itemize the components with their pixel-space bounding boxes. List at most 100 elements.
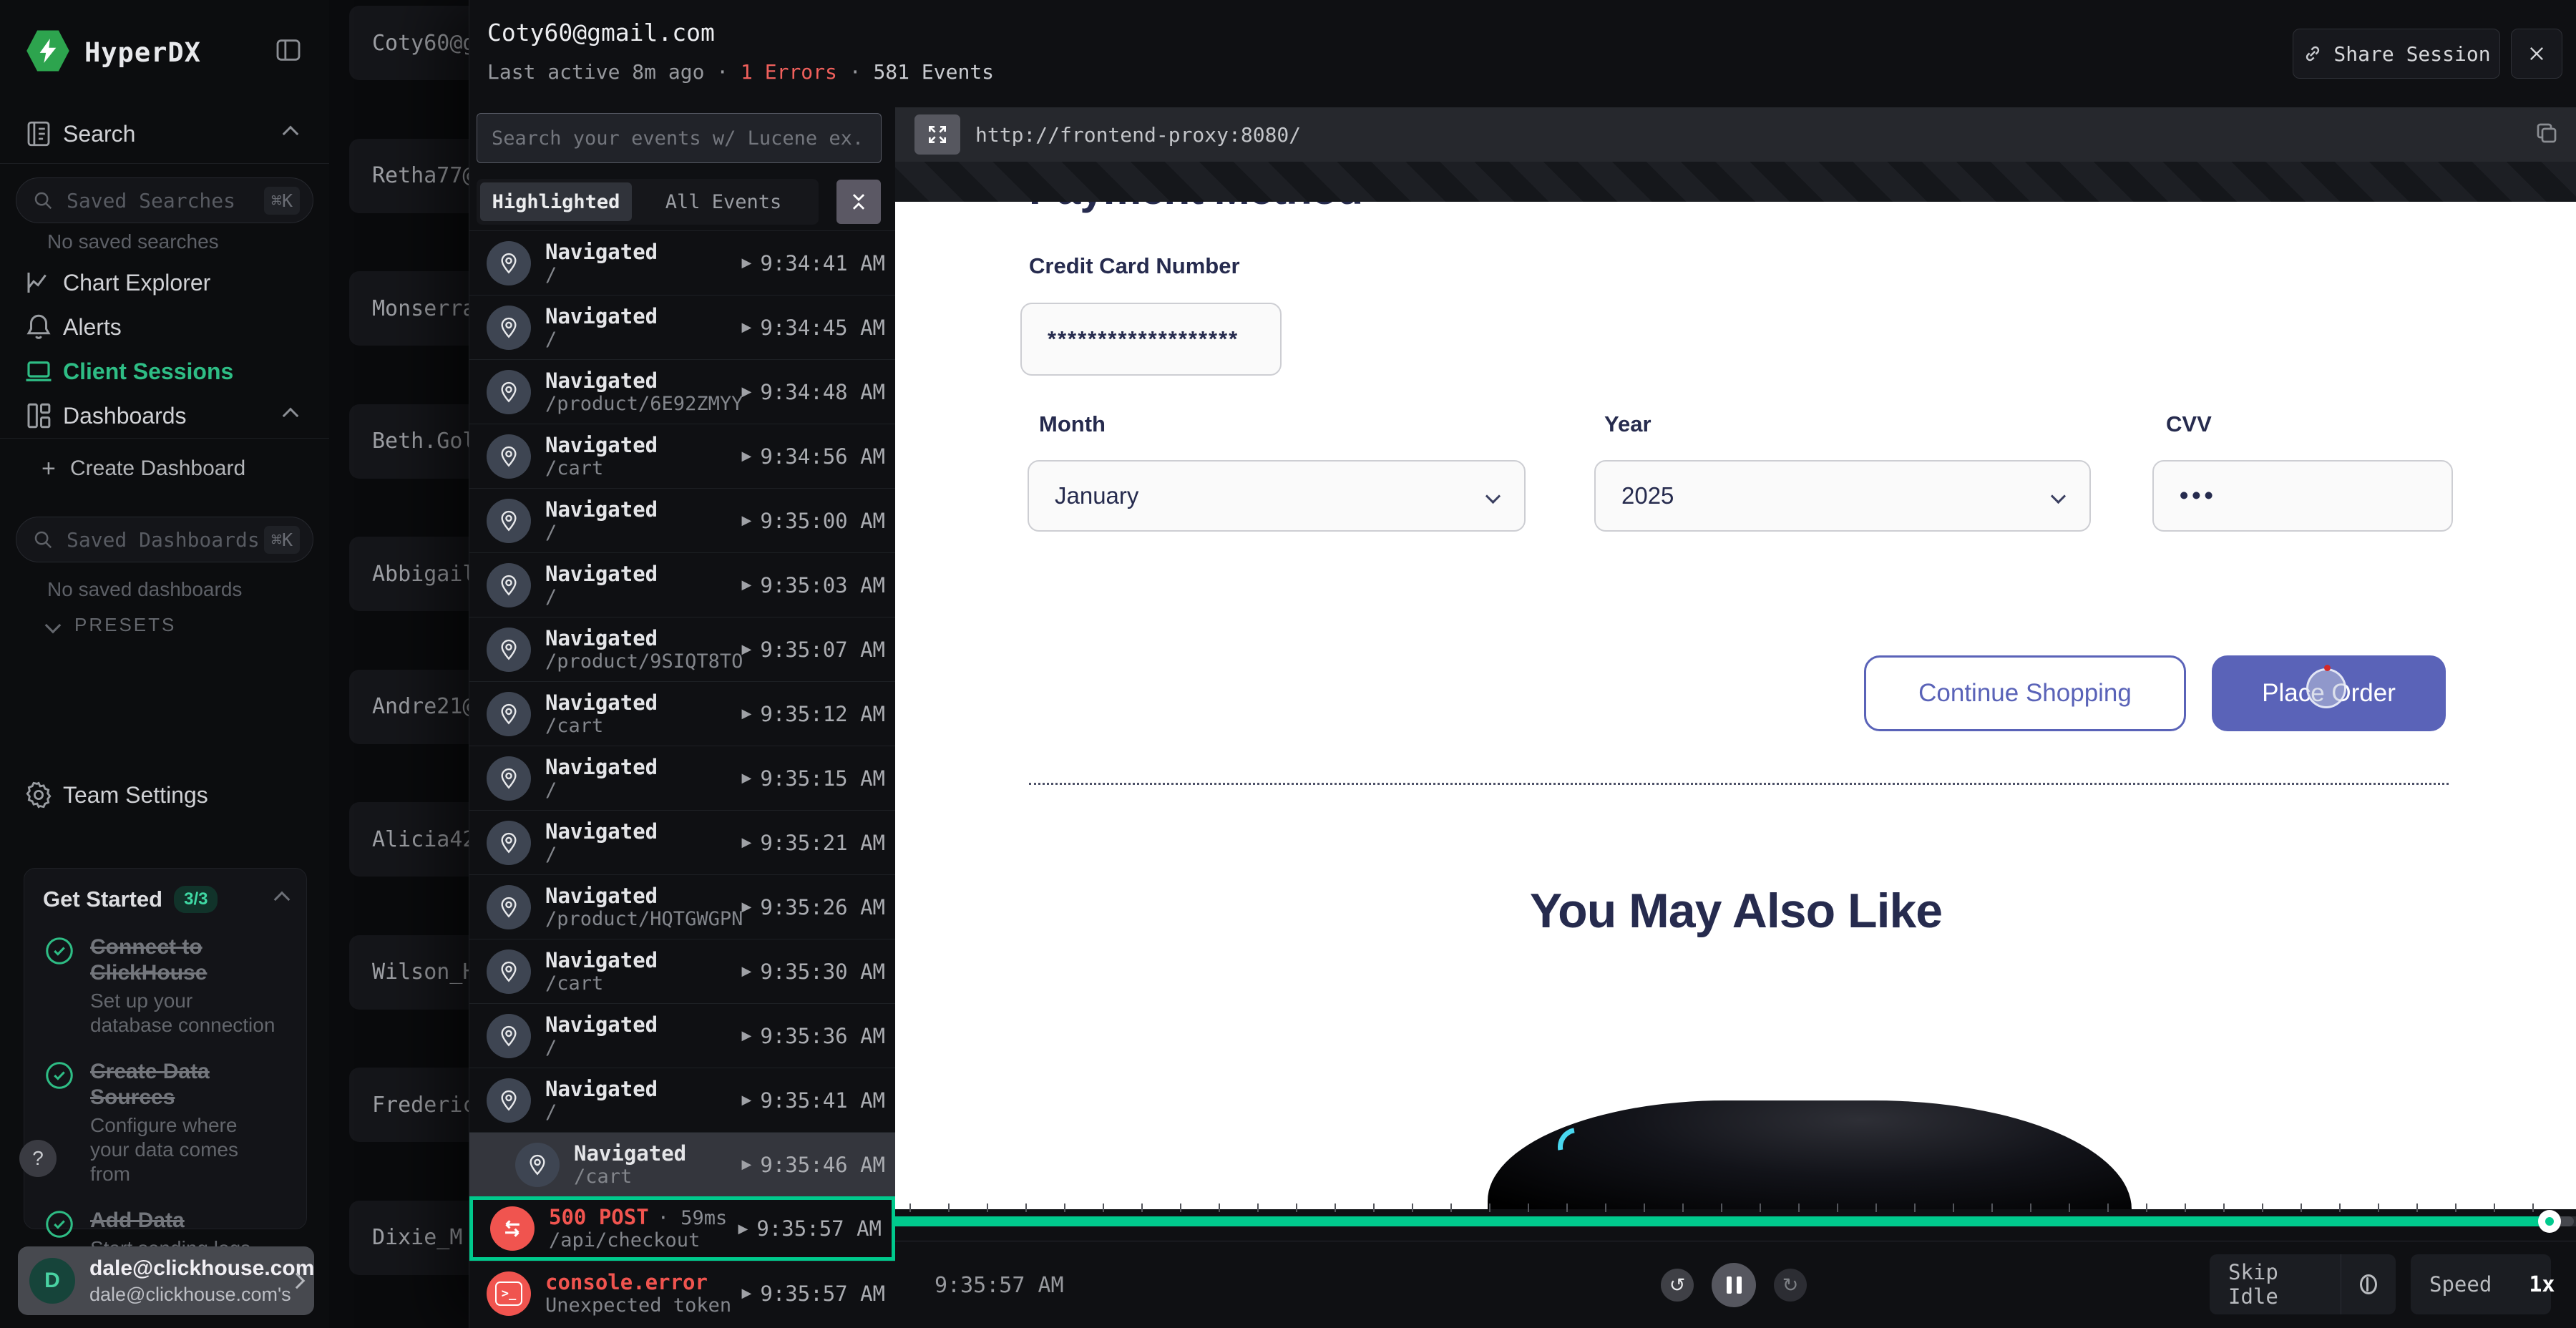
play-from-here-icon[interactable]: ▶	[742, 1157, 752, 1172]
session-card[interactable]: Abbigail	[349, 537, 469, 611]
chevron-up-icon[interactable]	[274, 892, 291, 908]
event-row[interactable]: >_ Navigated / ▶ 9:35:00 AM	[469, 488, 895, 552]
saved-searches-input[interactable]: Saved Searches ⌘K	[16, 177, 313, 223]
cvv-input[interactable]: •••	[2152, 460, 2453, 532]
event-row[interactable]: >_ Navigated /cart ▶ 9:35:30 AM	[469, 939, 895, 1003]
play-from-here-icon[interactable]: ▶	[742, 706, 752, 721]
session-card[interactable]: Wilson_H	[349, 935, 469, 1010]
help-button[interactable]: ?	[19, 1140, 57, 1177]
get-started-item[interactable]: Create Data Sources Configure where your…	[43, 1059, 288, 1186]
sidebar-item-client-sessions[interactable]: Client Sessions	[0, 351, 329, 392]
get-started-item[interactable]: Connect to ClickHouse Set up your databa…	[43, 934, 288, 1038]
event-row[interactable]: >_ console.error Unexpected token 'I'… ▶…	[469, 1261, 895, 1325]
timeline-tick	[1682, 1204, 1684, 1212]
session-card[interactable]: Monserra	[349, 271, 469, 346]
timeline-tick	[1180, 1204, 1181, 1212]
laptop-icon	[24, 356, 54, 386]
session-card[interactable]: Andre21@	[349, 670, 469, 744]
presets-toggle[interactable]: PRESETS	[47, 614, 176, 636]
event-row[interactable]: >_ Navigated / ▶ 9:35:36 AM	[469, 1003, 895, 1068]
location-pin-icon	[497, 509, 520, 532]
session-card[interactable]: Frederic	[349, 1068, 469, 1142]
session-card[interactable]: Beth.Gol	[349, 404, 469, 479]
event-row[interactable]: >_ 500 POST· 59ms /api/checkout ▶ 9:35:5…	[469, 1196, 895, 1261]
event-row[interactable]: >_ Navigated / ▶ 9:35:41 AM	[469, 1068, 895, 1132]
play-from-here-icon[interactable]: ▶	[738, 1221, 748, 1236]
play-from-here-icon[interactable]: ▶	[742, 320, 752, 335]
timeline-scrubber[interactable]	[895, 1216, 2576, 1226]
event-row[interactable]: >_ Navigated /cart ▶ 9:35:12 AM	[469, 681, 895, 746]
sidebar-item-search[interactable]: Search	[0, 113, 329, 155]
dot-separator: ·	[716, 60, 728, 84]
event-row[interactable]: >_ Navigated /cart ▶ 9:34:56 AM	[469, 424, 895, 488]
year-select[interactable]: 2025	[1594, 460, 2091, 532]
play-from-here-icon[interactable]: ▶	[742, 384, 752, 399]
event-row[interactable]: >_ Navigated / ▶ 9:34:45 AM	[469, 295, 895, 359]
saved-dashboards-input[interactable]: Saved Dashboards ⌘K	[16, 517, 313, 562]
year-label: Year	[1604, 411, 1652, 437]
event-row[interactable]: >_ Navigated / ▶ 9:35:03 AM	[469, 552, 895, 617]
play-from-here-icon[interactable]: ▶	[742, 642, 752, 657]
playback-controls: 9:35:57 AM ↺ ↻ Skip Idle Speed 1x	[895, 1241, 2576, 1328]
sidebar-item-team-settings[interactable]: Team Settings	[0, 774, 329, 816]
event-search-input[interactable]	[477, 113, 882, 163]
sidebar-collapse-icon[interactable]	[274, 36, 303, 64]
play-from-here-icon[interactable]: ▶	[742, 1028, 752, 1043]
page-heading: Payment Method	[1029, 202, 1362, 214]
tab-highlighted[interactable]: Highlighted	[480, 182, 632, 221]
forward-button[interactable]: ↻	[1774, 1269, 1807, 1302]
event-row[interactable]: >_ Navigated / ▶ 9:35:15 AM	[469, 746, 895, 810]
continue-shopping-button[interactable]: Continue Shopping	[1864, 655, 2186, 731]
session-card[interactable]: Dixie_M	[349, 1201, 469, 1275]
pause-button[interactable]	[1712, 1263, 1756, 1307]
copy-icon[interactable]	[2534, 120, 2560, 146]
sidebar-item-chart-explorer[interactable]: Chart Explorer	[0, 262, 329, 303]
play-from-here-icon[interactable]: ▶	[742, 1093, 752, 1108]
skip-idle-toggle-icon[interactable]	[2360, 1274, 2377, 1294]
sidebar-item-alerts[interactable]: Alerts	[0, 306, 329, 348]
expand-fullscreen-button[interactable]	[914, 114, 960, 155]
sidebar-item-dashboards[interactable]: Dashboards	[0, 395, 329, 436]
month-label: Month	[1039, 411, 1106, 437]
timeline-tick	[1605, 1204, 1606, 1212]
event-row[interactable]: >_ Navigated / ▶ 9:34:41 AM	[469, 230, 895, 295]
speed-value[interactable]: 1x	[2510, 1272, 2573, 1297]
event-icon: >_	[487, 370, 531, 414]
session-card[interactable]: Retha77@	[349, 139, 469, 213]
replay-url: http://frontend-proxy:8080/	[975, 107, 1301, 162]
place-order-button[interactable]: Place Order	[2212, 655, 2446, 731]
event-row[interactable]: >_ Navigated /product/HQTGWGPNH4 ▶ 9:35:…	[469, 874, 895, 939]
play-from-here-icon[interactable]: ▶	[742, 449, 752, 464]
sidebar-item-label: Alerts	[63, 314, 122, 341]
timeline-tick	[1528, 1204, 1529, 1212]
event-row[interactable]: >_ Navigated /product/9SIQT8TOJO ▶ 9:35:…	[469, 617, 895, 681]
skip-idle-button[interactable]: Skip Idle	[2210, 1260, 2341, 1309]
play-from-here-icon[interactable]: ▶	[742, 255, 752, 270]
tab-all-events[interactable]: All Events	[632, 182, 815, 221]
play-from-here-icon[interactable]: ▶	[742, 577, 752, 592]
rewind-button[interactable]: ↺	[1661, 1269, 1694, 1302]
event-time: 9:35:36 AM	[760, 1024, 885, 1048]
event-row[interactable]: >_ Navigated /product/6E92ZMYYFZ ▶ 9:34:…	[469, 359, 895, 424]
create-dashboard-button[interactable]: + Create Dashboard	[0, 448, 329, 489]
play-from-here-icon[interactable]: ▶	[742, 771, 752, 786]
timeline-playhead[interactable]	[2538, 1210, 2561, 1233]
cc-number-input[interactable]: *******************	[1020, 303, 1282, 376]
user-menu[interactable]: D dale@clickhouse.com dale@clickhouse.co…	[18, 1246, 314, 1315]
speed-button[interactable]: Speed	[2411, 1272, 2510, 1297]
event-icon: >_	[487, 1271, 531, 1316]
play-from-here-icon[interactable]: ▶	[742, 899, 752, 914]
month-select[interactable]: January	[1028, 460, 1526, 532]
event-path: /cart	[545, 972, 666, 995]
event-row[interactable]: >_ Navigated / ▶ 9:35:21 AM	[469, 810, 895, 874]
session-card[interactable]: Coty60@g	[349, 6, 469, 80]
play-from-here-icon[interactable]: ▶	[742, 513, 752, 528]
play-from-here-icon[interactable]: ▶	[742, 1286, 752, 1301]
timeline-tick	[1760, 1204, 1761, 1212]
play-from-here-icon[interactable]: ▶	[742, 835, 752, 850]
session-card[interactable]: Alicia42	[349, 802, 469, 877]
cc-number-value: *******************	[1048, 326, 1239, 352]
collapse-events-button[interactable]	[836, 180, 881, 224]
play-from-here-icon[interactable]: ▶	[742, 964, 752, 979]
event-row[interactable]: >_ Navigated /cart ▶ 9:35:46 AM	[469, 1132, 895, 1196]
